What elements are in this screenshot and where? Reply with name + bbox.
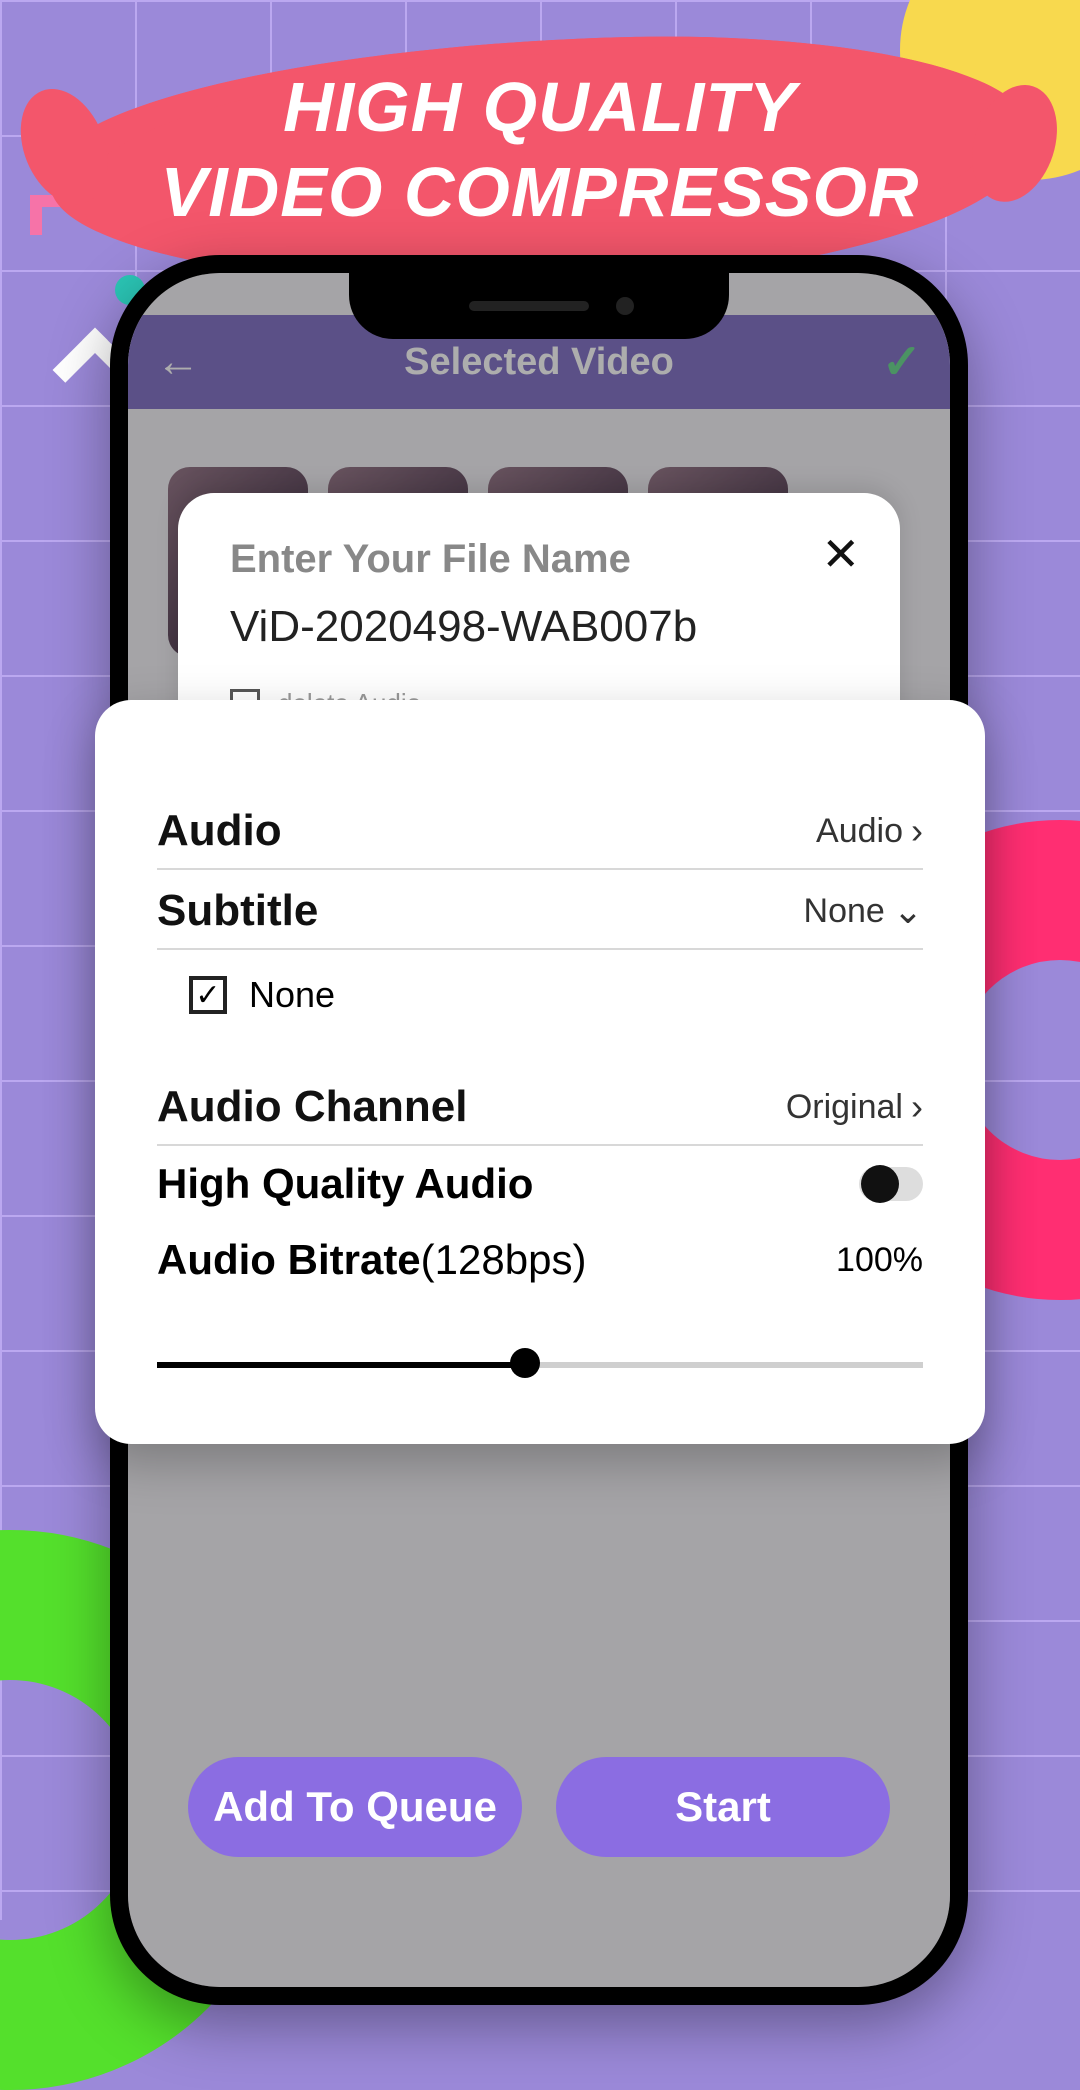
settings-sheet: Audio Audio › Subtitle None ⌄ ✓ None Aud… [95, 700, 985, 1444]
audio-channel-label: Audio Channel [157, 1082, 467, 1132]
add-to-queue-button[interactable]: Add To Queue [188, 1757, 522, 1857]
bitrate-label: Audio Bitrate [157, 1236, 421, 1283]
checkbox-checked-icon[interactable]: ✓ [189, 976, 227, 1014]
close-icon[interactable]: ✕ [821, 527, 860, 581]
audio-label: Audio [157, 806, 282, 856]
banner-line2: VIDEO COMPRESSOR [0, 150, 1080, 235]
promo-banner-text: HIGH QUALITY VIDEO COMPRESSOR [0, 65, 1080, 236]
audio-row[interactable]: Audio Audio › [157, 790, 923, 870]
chevron-down-icon: ⌄ [893, 890, 923, 932]
subtitle-value: None [804, 892, 885, 931]
subtitle-label: Subtitle [157, 886, 318, 936]
toggle-knob [861, 1165, 899, 1203]
banner-line1: HIGH QUALITY [0, 65, 1080, 150]
bitrate-sub: (128bps) [421, 1236, 587, 1283]
slider-fill [157, 1362, 525, 1368]
action-buttons: Add To Queue Start [188, 1757, 890, 1857]
hq-audio-row: High Quality Audio [157, 1146, 923, 1222]
bitrate-slider[interactable] [157, 1354, 923, 1374]
audio-channel-value: Original [786, 1088, 903, 1127]
filename-input[interactable]: ViD-2020498-WAB007b [230, 602, 848, 652]
hq-audio-label: High Quality Audio [157, 1160, 533, 1208]
none-label: None [249, 974, 335, 1016]
phone-notch [349, 273, 729, 339]
slider-knob[interactable] [510, 1348, 540, 1378]
chevron-right-icon: › [911, 1086, 923, 1128]
subtitle-row[interactable]: Subtitle None ⌄ [157, 870, 923, 950]
chevron-right-icon: › [911, 810, 923, 852]
hq-audio-toggle[interactable] [859, 1167, 923, 1201]
bitrate-value: 100% [836, 1241, 923, 1280]
subtitle-none-row[interactable]: ✓ None [157, 974, 923, 1016]
audio-value: Audio [816, 812, 903, 851]
bitrate-row: Audio Bitrate(128bps) 100% [157, 1222, 923, 1298]
start-button[interactable]: Start [556, 1757, 890, 1857]
filename-label: Enter Your File Name [230, 537, 848, 582]
audio-channel-row[interactable]: Audio Channel Original › [157, 1066, 923, 1146]
